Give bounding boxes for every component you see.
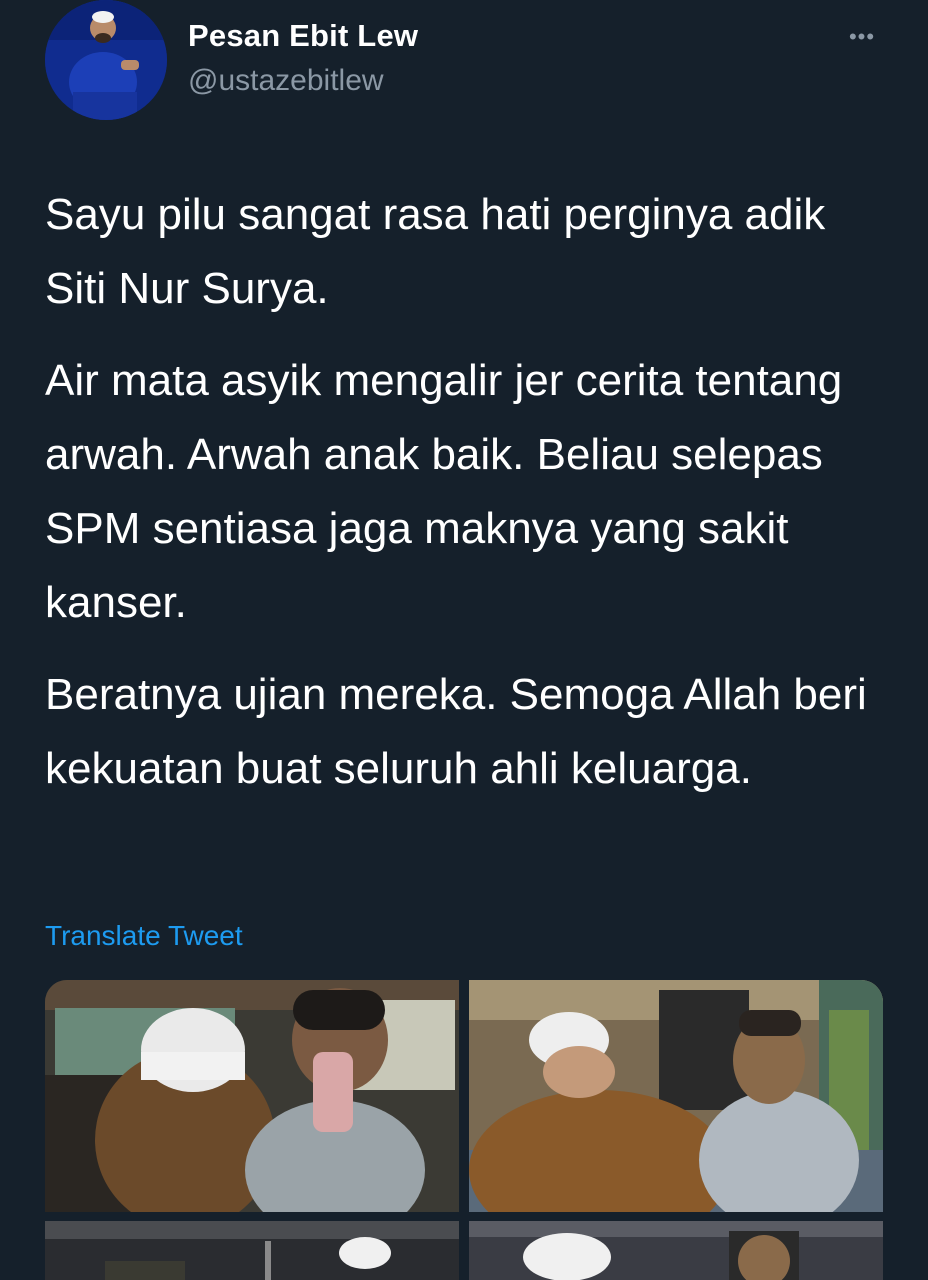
media-grid (45, 980, 883, 1280)
tweet-photo[interactable] (45, 980, 459, 1212)
tweet-paragraph: Air mata asyik mengalir jer cerita tenta… (45, 356, 843, 627)
avatar-photo (45, 0, 167, 120)
tweet-photo[interactable] (469, 1221, 883, 1280)
more-options-icon[interactable]: ••• (842, 26, 882, 48)
author-display-name[interactable]: Pesan Ebit Lew (188, 18, 418, 54)
tweet-paragraph: Beratnya ujian mereka. Semoga Allah beri… (45, 670, 867, 793)
tweet-photo[interactable] (45, 1221, 459, 1280)
author-avatar[interactable] (45, 0, 167, 120)
author-handle[interactable]: @ustazebitlew (188, 64, 384, 98)
translate-tweet-link[interactable]: Translate Tweet (45, 920, 243, 952)
tweet-text: Sayu pilu sangat rasa hati perginya adik… (45, 178, 895, 824)
tweet-photo[interactable] (469, 980, 883, 1212)
tweet-paragraph: Sayu pilu sangat rasa hati perginya adik… (45, 190, 826, 313)
